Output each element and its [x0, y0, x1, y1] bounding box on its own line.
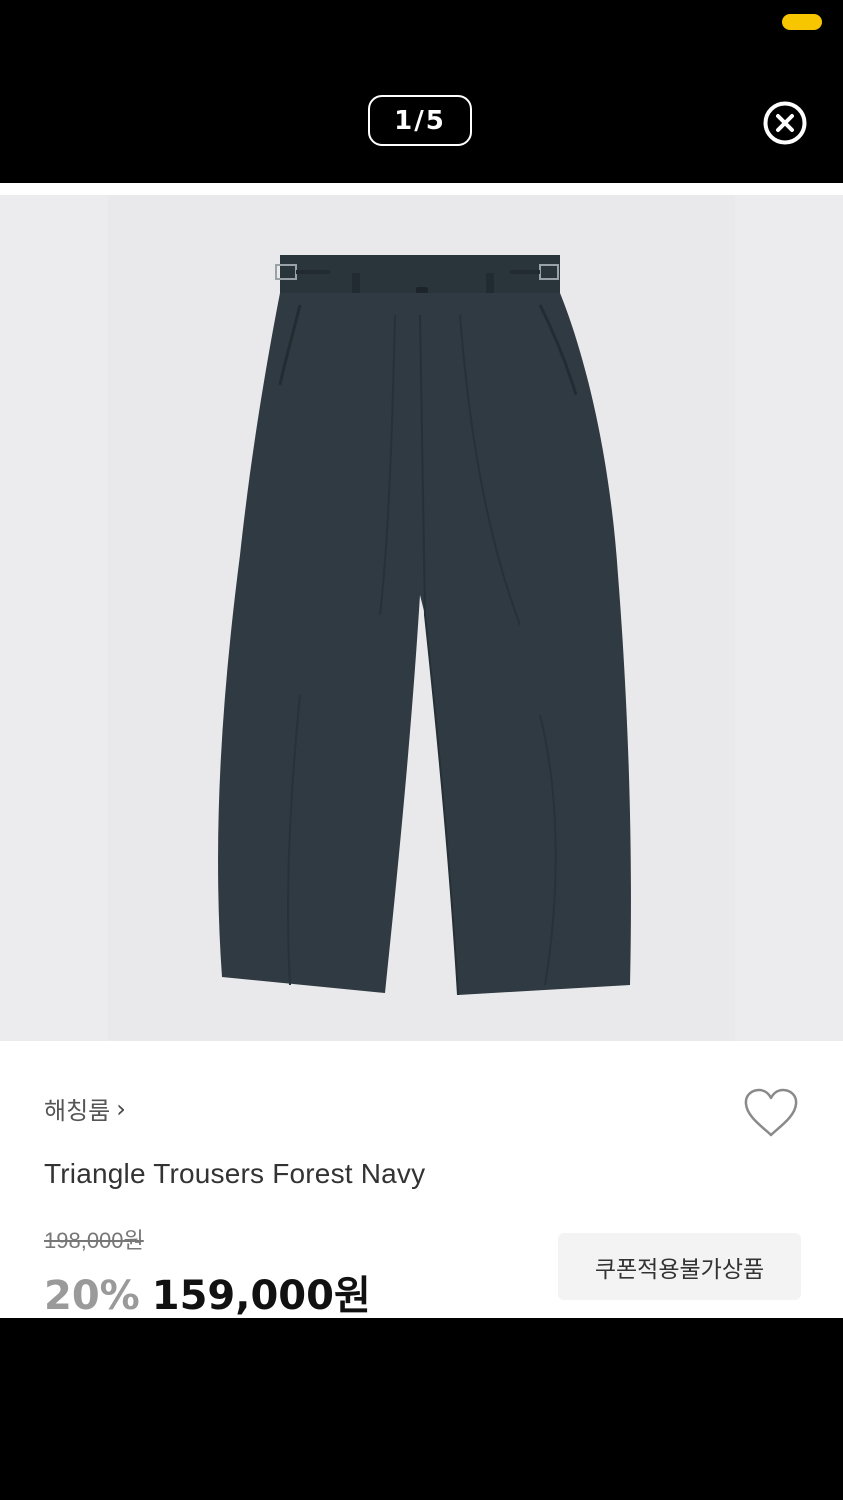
close-button[interactable] — [762, 100, 808, 146]
wishlist-button[interactable] — [742, 1087, 800, 1139]
product-image-area[interactable] — [0, 183, 843, 1041]
product-info-panel: 해칭룸 › Triangle Trousers Forest Navy 198,… — [0, 1041, 843, 1321]
chevron-right-icon: › — [116, 1094, 126, 1123]
page-indicator: 1/5 — [368, 95, 472, 146]
trousers-image — [218, 255, 631, 996]
product-image-viewer: 1/5 해칭룸 › Triangle Trousers Forest Navy … — [0, 0, 843, 1500]
brand-link[interactable]: 해칭룸 › — [44, 1091, 126, 1126]
sale-price: 159,000원 — [151, 1273, 371, 1319]
coupon-unavailable-badge: 쿠폰적용불가상품 — [558, 1233, 801, 1300]
bottom-backdrop — [0, 1318, 843, 1500]
price-row: 20% 159,000원 — [44, 1263, 371, 1321]
viewer-header: 1/5 — [0, 0, 843, 183]
product-photo[interactable] — [0, 195, 843, 1041]
discount-rate: 20% — [44, 1273, 140, 1319]
close-circle-icon — [763, 101, 807, 145]
original-price: 198,000원 — [44, 1228, 144, 1253]
heart-outline-icon — [744, 1088, 798, 1137]
brand-name: 해칭룸 — [44, 1098, 111, 1125]
product-name: Triangle Trousers Forest Navy — [44, 1158, 426, 1189]
